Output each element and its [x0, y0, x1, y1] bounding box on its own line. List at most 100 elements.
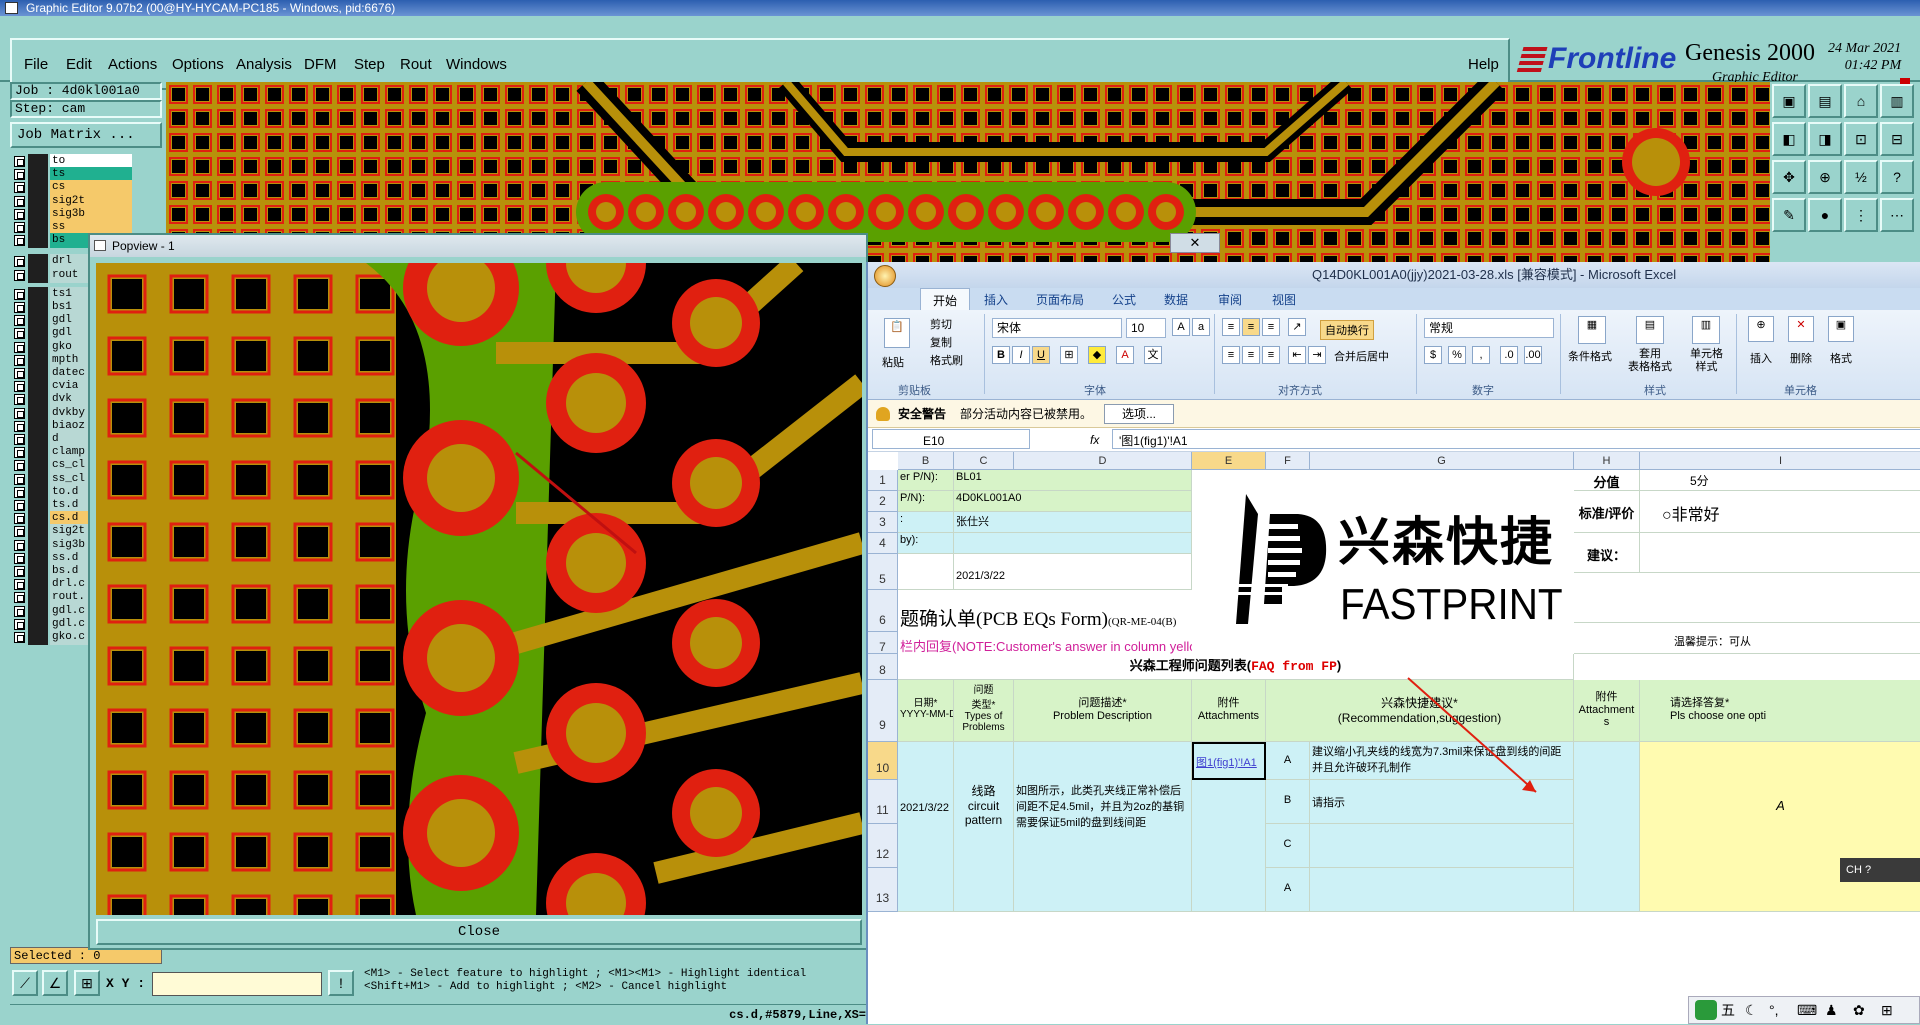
cell-e11[interactable] [1192, 780, 1266, 912]
cell-b5[interactable] [898, 554, 954, 590]
layer-checkbox[interactable] [14, 368, 25, 379]
net-icon[interactable]: ⋮ [1844, 198, 1878, 232]
layer-checkbox[interactable] [14, 315, 25, 327]
col-header-h[interactable]: H [1574, 452, 1640, 470]
increase-decimal-icon[interactable]: .0 [1500, 346, 1518, 364]
table-format-icon[interactable]: ▤ [1636, 316, 1664, 344]
row-header-5[interactable]: 5 [868, 554, 898, 590]
row-header-8[interactable]: 8 [868, 654, 898, 680]
wrap-text-button[interactable]: 自动换行 [1320, 320, 1374, 340]
popview-close-button[interactable]: Close [96, 919, 862, 945]
copy-button[interactable]: 复制 [930, 334, 952, 350]
border-icon[interactable]: ⊞ [1060, 346, 1078, 364]
menu-options[interactable]: Options [172, 56, 224, 73]
layer-checkbox[interactable] [14, 447, 25, 459]
tab-data[interactable]: 数据 [1164, 291, 1188, 308]
layer-checkbox[interactable] [14, 434, 25, 445]
menu-analysis[interactable]: Analysis [236, 56, 292, 73]
paste-button[interactable]: 粘贴 [882, 354, 904, 370]
cell-suggestion-b[interactable]: 请指示 [1310, 780, 1574, 824]
col-header-c[interactable]: C [954, 452, 1014, 470]
format-painter-button[interactable]: 格式刷 [930, 352, 963, 368]
col-header-f[interactable]: F [1266, 452, 1310, 470]
ime-skin-icon[interactable]: ✿ [1853, 997, 1865, 1023]
cell-b4[interactable]: by): [898, 533, 954, 554]
window-icon[interactable]: ▥ [1880, 84, 1914, 118]
layer-checkbox[interactable] [14, 208, 25, 220]
row-header-6[interactable]: 6 [868, 590, 898, 632]
layer-checkbox[interactable] [14, 394, 25, 406]
align-bottom-icon[interactable]: ≡ [1262, 318, 1280, 336]
cell-option-a[interactable]: A [1266, 742, 1310, 780]
format-button[interactable]: 格式 [1830, 350, 1852, 366]
table-format-button[interactable]: 套用 表格格式 [1628, 348, 1672, 374]
rating-value[interactable]: ○非常好 [1640, 491, 1920, 533]
cell-choice[interactable]: A [1640, 742, 1920, 912]
row-header-1[interactable]: 1 [868, 470, 898, 491]
row-header-4[interactable]: 4 [868, 533, 898, 554]
row-header-2[interactable]: 2 [868, 491, 898, 512]
angle-tool-icon[interactable]: ∠ [42, 970, 68, 996]
cell-attachment-2[interactable] [1574, 742, 1640, 912]
cell-suggestion-a[interactable]: 建议缩小孔夹线的线宽为7.3mil来保证盘到线的间距并且允许破环孔制作 [1310, 742, 1574, 780]
layer-checkbox[interactable] [14, 579, 25, 591]
zoom-window-icon[interactable]: ⊡ [1844, 122, 1878, 156]
cell-styles-button[interactable]: 单元格 样式 [1690, 348, 1723, 374]
cell-option-a2[interactable]: A [1266, 868, 1310, 912]
decrease-decimal-icon[interactable]: .00 [1524, 346, 1542, 364]
cell-b2[interactable]: P/N): [898, 491, 954, 512]
col-header-i[interactable]: I [1640, 452, 1920, 470]
layer-checkbox[interactable] [14, 269, 25, 281]
phonetic-icon[interactable]: 文 [1144, 346, 1162, 364]
cell-attachment-link[interactable]: 图1(fig1)'!A1 [1192, 742, 1266, 780]
col-header-d[interactable]: D [1014, 452, 1192, 470]
ime-moon-icon[interactable]: ☾ [1745, 997, 1758, 1023]
cell-c3[interactable]: 张仕兴 [954, 512, 1192, 533]
office-button-icon[interactable] [874, 265, 896, 287]
unlock-icon[interactable]: ⊟ [1880, 122, 1914, 156]
help-question-icon[interactable]: ? [1880, 160, 1914, 194]
pan-left-icon[interactable]: ◧ [1772, 122, 1806, 156]
align-left-icon[interactable]: ≡ [1222, 346, 1240, 364]
orientation-icon[interactable]: ↗ [1288, 318, 1306, 336]
layer-checkbox[interactable] [14, 341, 25, 353]
font-name-select[interactable]: 宋体 [992, 318, 1122, 338]
cut-button[interactable]: 剪切 [930, 316, 952, 332]
conditional-format-button[interactable]: 条件格式 [1568, 348, 1612, 364]
col-header-e[interactable]: E [1192, 452, 1266, 470]
measure-icon[interactable]: ✎ [1772, 198, 1806, 232]
cell-description[interactable]: 如图所示，此类孔夹线正常补偿后间距不足4.5mil，并且为2oz的基铜需要保证5… [1014, 742, 1192, 912]
layer-checkbox[interactable] [14, 539, 25, 551]
right-blank[interactable] [1574, 573, 1920, 623]
ime-menu-icon[interactable]: ⊞ [1881, 997, 1893, 1023]
layer-checkbox[interactable] [14, 460, 25, 472]
row-header-3[interactable]: 3 [868, 512, 898, 533]
security-options-button[interactable]: 选项... [1104, 404, 1174, 424]
italic-icon[interactable]: I [1012, 346, 1030, 364]
menu-windows[interactable]: Windows [446, 56, 507, 73]
ime-keyboard-icon[interactable]: ⌨ [1797, 997, 1817, 1023]
menu-edit[interactable]: Edit [66, 56, 92, 73]
tab-home[interactable]: 开始 [920, 288, 971, 310]
tab-insert[interactable]: 插入 [984, 291, 1008, 308]
menu-step[interactable]: Step [354, 56, 385, 73]
layer-checkbox[interactable] [14, 618, 25, 630]
home-icon[interactable]: ⌂ [1844, 84, 1878, 118]
menu-file[interactable]: File [24, 56, 48, 73]
row-header-10[interactable]: 10 [868, 742, 898, 780]
snap-icon[interactable]: ● [1808, 198, 1842, 232]
formula-input[interactable]: '图1(fig1)'!A1 [1112, 429, 1920, 449]
layer-checkbox[interactable] [14, 156, 25, 167]
draw-tool-icon[interactable]: ⟋ [12, 970, 38, 996]
layer-checkbox[interactable] [14, 235, 25, 247]
format-icon[interactable]: ▣ [1828, 316, 1854, 342]
layer-checkbox[interactable] [14, 302, 25, 313]
info-icon[interactable]: ! [328, 970, 354, 996]
grow-font-icon[interactable]: A [1172, 318, 1190, 336]
layer-checkbox[interactable] [14, 605, 25, 617]
layer-checkbox[interactable] [14, 632, 25, 643]
name-box[interactable]: E10 [872, 429, 1030, 449]
cell-c1[interactable]: BL01 [954, 470, 1192, 491]
cell-type[interactable]: 线路 circuit pattern [954, 742, 1014, 912]
layer-checkbox[interactable] [14, 552, 25, 564]
